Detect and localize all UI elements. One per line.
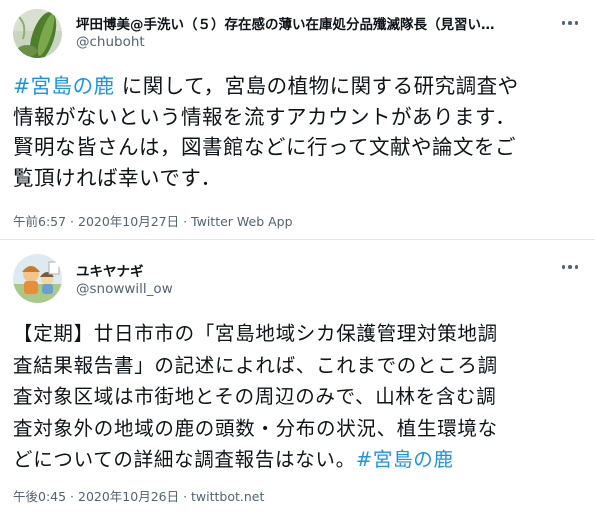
tweet-text-line: 【定期】廿日市市の「宮島地域シカ保護管理対策地調 <box>13 322 498 345</box>
hashtag-link[interactable]: #宮島の鹿 <box>356 448 454 471</box>
text-segment: どについての詳細な調査報告はない。 <box>13 448 356 471</box>
tweet-text: #宮島の鹿 に関して，宮島の植物に関する研究調査や 情報がないという情報を流すア… <box>13 71 519 193</box>
tweet-2[interactable]: ユキヤナギ @snowwill_ow 【定期】廿日市市の「宮島地域シカ保護管理対… <box>0 240 595 517</box>
avatar-plant-photo <box>13 9 62 58</box>
user-handle[interactable]: @chuboht <box>76 34 145 50</box>
tweet-text-line: どについての詳細な調査報告はない。#宮島の鹿 <box>13 444 498 476</box>
tweet-1[interactable]: 坪田博美@手洗い（５）存在感の薄い在庫処分品殲滅隊長（見習い… @chuboht… <box>0 0 595 240</box>
avatar[interactable] <box>13 9 62 58</box>
hashtag-link[interactable]: #宮島の鹿 <box>13 74 115 98</box>
tweet-text-line: 賢明な皆さんは，図書館などに行って文献や論文をご <box>13 135 516 159</box>
tweet-text: 【定期】廿日市市の「宮島地域シカ保護管理対策地調 査結果報告書」の記述によれば、… <box>13 318 498 476</box>
more-options-icon[interactable] <box>559 16 581 30</box>
tweet-text-line: 査対象外の地域の鹿の頭数・分布の状況、植生環境な <box>13 416 498 440</box>
timestamp[interactable]: 午前6:57 · 2020年10月27日 · Twitter Web App <box>13 211 293 230</box>
tweet-text-line: 情報がないという情報を流すアカウントがあります． <box>13 104 517 129</box>
tweet-text-line: #宮島の鹿 に関して，宮島の植物に関する研究調査や <box>13 71 519 102</box>
avatar-illustration <box>13 254 62 303</box>
display-name[interactable]: 坪田博美@手洗い（５）存在感の薄い在庫処分品殲滅隊長（見習い… <box>76 13 546 33</box>
tweet-text-line: 査結果報告書」の記述によれば、これまでのところ調 <box>13 353 498 377</box>
tweet-text-line: 査対象区域は市街地とその周辺のみで、山林を含む調 <box>13 385 497 408</box>
tweet-text-line: 覧頂ければ幸いです． <box>13 165 222 190</box>
more-options-icon[interactable] <box>559 260 581 274</box>
text-segment: に関して，宮島の植物に関する研究調査や <box>114 74 519 98</box>
timestamp[interactable]: 午後0:45 · 2020年10月26日 · twittbot.net <box>13 486 264 505</box>
avatar[interactable] <box>13 254 62 303</box>
user-handle[interactable]: @snowwill_ow <box>76 281 173 297</box>
display-name[interactable]: ユキヤナギ <box>76 260 144 280</box>
